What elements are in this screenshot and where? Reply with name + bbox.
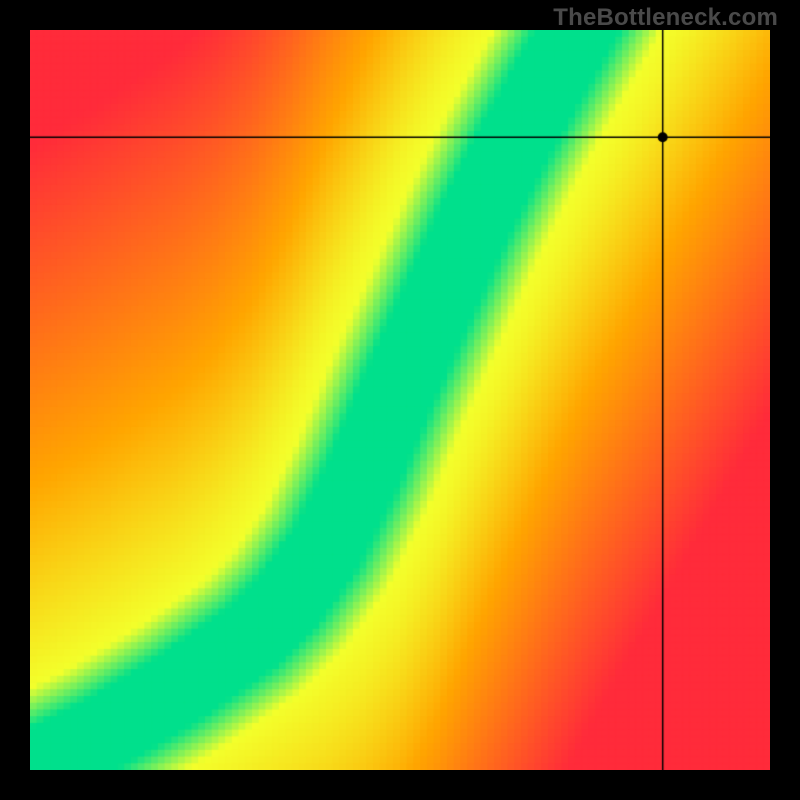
chart-frame: TheBottleneck.com	[0, 0, 800, 800]
attribution-label: TheBottleneck.com	[553, 4, 778, 32]
bottleneck-heatmap	[30, 30, 770, 770]
